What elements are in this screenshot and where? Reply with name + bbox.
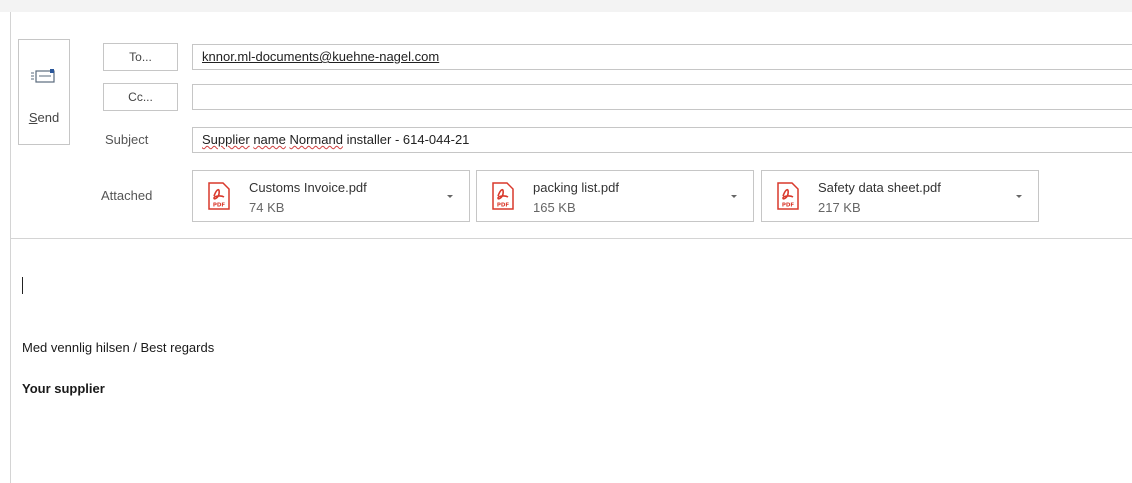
pdf-icon: PDF: [208, 182, 230, 210]
signature-name: Your supplier: [22, 381, 105, 396]
send-button[interactable]: Send: [18, 39, 70, 145]
chevron-down-icon[interactable]: [445, 191, 455, 201]
subject-label: Subject: [105, 132, 149, 147]
cc-button[interactable]: Cc...: [103, 83, 178, 111]
attachment-packing-list[interactable]: PDF packing list.pdf 165 KB: [476, 170, 754, 222]
chevron-down-icon[interactable]: [729, 191, 739, 201]
to-recipient[interactable]: knnor.ml-documents@kuehne-nagel.com: [202, 49, 439, 64]
cc-field[interactable]: [192, 84, 1132, 110]
svg-text:PDF: PDF: [782, 203, 795, 209]
attachment-size: 217 KB: [818, 200, 861, 215]
send-label: Send: [28, 110, 60, 125]
attachment-name: Customs Invoice.pdf: [249, 180, 367, 195]
message-body[interactable]: [11, 239, 1132, 483]
pdf-icon: PDF: [492, 182, 514, 210]
signature-greeting: Med vennlig hilsen / Best regards: [22, 340, 215, 355]
window-top-strip: [0, 0, 1132, 12]
text-cursor: [22, 277, 23, 294]
attachment-customs-invoice[interactable]: PDF Customs Invoice.pdf 74 KB: [192, 170, 470, 222]
attachment-size: 165 KB: [533, 200, 576, 215]
svg-text:PDF: PDF: [497, 203, 510, 209]
subject-field[interactable]: Supplier name Normand installer - 614-04…: [192, 127, 1132, 153]
send-icon: [31, 69, 55, 83]
attachment-name: Safety data sheet.pdf: [818, 180, 941, 195]
attachment-name: packing list.pdf: [533, 180, 619, 195]
attachment-safety-data-sheet[interactable]: PDF Safety data sheet.pdf 217 KB: [761, 170, 1039, 222]
compose-window: Send To... knnor.ml-documents@kuehne-nag…: [10, 12, 1132, 483]
chevron-down-icon[interactable]: [1014, 191, 1024, 201]
message-header: Send To... knnor.ml-documents@kuehne-nag…: [11, 12, 1132, 238]
pdf-icon: PDF: [777, 182, 799, 210]
svg-text:PDF: PDF: [213, 203, 226, 209]
attachment-size: 74 KB: [249, 200, 285, 215]
to-button[interactable]: To...: [103, 43, 178, 71]
attached-label: Attached: [101, 188, 153, 203]
to-field[interactable]: knnor.ml-documents@kuehne-nagel.com: [192, 44, 1132, 70]
